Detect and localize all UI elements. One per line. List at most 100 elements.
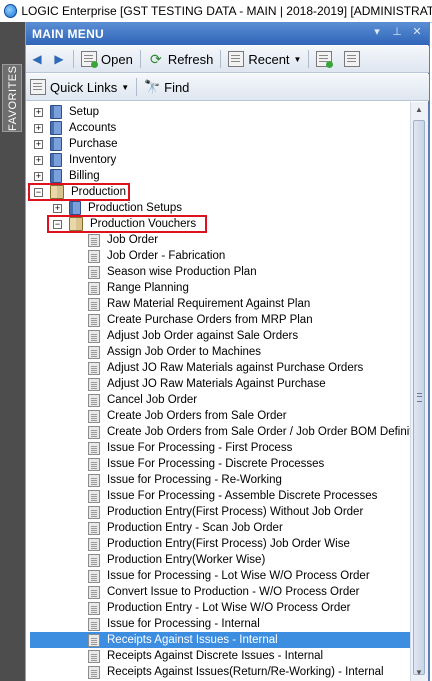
document-icon: [88, 281, 100, 295]
tree-item-production-vouchers[interactable]: − Production Vouchers: [53, 216, 196, 232]
tree-leaf-label: Cancel Job Order: [107, 394, 198, 406]
tree-leaf[interactable]: Job Order: [88, 232, 158, 248]
tree-item-label: Setup: [69, 106, 100, 118]
tree-leaf-label: Production Entry(First Process) Without …: [107, 506, 364, 518]
document-icon: [88, 569, 100, 583]
tree-item-purchase[interactable]: + Purchase: [34, 136, 118, 152]
tree-leaf[interactable]: Convert Issue to Production - W/O Proces…: [88, 584, 359, 600]
toolbar-separator: [73, 50, 74, 68]
tree-leaf[interactable]: Adjust JO Raw Materials against Purchase…: [88, 360, 363, 376]
tree-leaf[interactable]: Adjust JO Raw Materials Against Purchase: [88, 376, 326, 392]
book-open-icon: [50, 185, 64, 199]
tree-leaf[interactable]: Create Job Orders from Sale Order / Job …: [88, 424, 411, 440]
document-icon: [88, 585, 100, 599]
find-button[interactable]: 🔭 Find: [140, 76, 193, 98]
tree-item-label: Production Setups: [88, 202, 182, 214]
tree-leaf[interactable]: Production Entry - Scan Job Order: [88, 520, 283, 536]
refresh-label: Refresh: [167, 51, 214, 67]
tree-item-label: Accounts: [69, 122, 117, 134]
expand-icon[interactable]: +: [34, 171, 43, 181]
document-icon: [88, 249, 100, 263]
tree-leaf[interactable]: Create Purchase Orders from MRP Plan: [88, 312, 313, 328]
document-icon: [88, 457, 100, 471]
document-icon: [88, 409, 100, 423]
tree-leaf-label: Receipts Against Discrete Issues - Inter…: [107, 650, 324, 662]
scroll-up-icon[interactable]: ▲: [413, 104, 425, 116]
recent-button[interactable]: Recent ▼: [224, 48, 305, 70]
tree-leaf[interactable]: Adjust Job Order against Sale Orders: [88, 328, 298, 344]
document-icon: [88, 601, 100, 615]
refresh-button[interactable]: ⟳ Refresh: [144, 48, 218, 70]
tree-item-billing[interactable]: + Billing: [34, 168, 100, 184]
tree-leaf[interactable]: Issue For Processing - Discrete Processe…: [88, 456, 324, 472]
expand-icon[interactable]: +: [53, 203, 62, 213]
tree-leaf[interactable]: Issue for Processing - Re-Working: [88, 472, 282, 488]
tree-leaf[interactable]: Season wise Production Plan: [88, 264, 257, 280]
tree-leaf-label: Production Entry - Scan Job Order: [107, 522, 283, 534]
tree-leaf[interactable]: Raw Material Requirement Against Plan: [88, 296, 310, 312]
expand-icon[interactable]: +: [34, 123, 43, 133]
expand-icon[interactable]: +: [34, 139, 43, 149]
tree-leaf-label: Raw Material Requirement Against Plan: [107, 298, 311, 310]
tree-item-accounts[interactable]: + Accounts: [34, 120, 116, 136]
document-icon: [88, 377, 100, 391]
tree-leaf[interactable]: Create Job Orders from Sale Order: [88, 408, 287, 424]
arrow-right-icon: ▶: [54, 52, 64, 66]
tree-item-label: Inventory: [69, 154, 117, 166]
document-icon: [88, 393, 100, 407]
tree-leaf[interactable]: Production Entry(Worker Wise): [88, 552, 265, 568]
pin-icon[interactable]: ⊥: [391, 26, 403, 39]
tree-leaf[interactable]: Production Entry(First Process) Without …: [88, 504, 363, 520]
tree-leaf[interactable]: Range Planning: [88, 280, 189, 296]
tree-leaf[interactable]: Production Entry - Lot Wise W/O Process …: [88, 600, 351, 616]
tree-leaf[interactable]: Receipts Against Issues(Return/Re-Workin…: [88, 664, 384, 680]
document-icon: [88, 537, 100, 551]
document-icon: [88, 665, 100, 679]
tree-leaf[interactable]: Issue for Processing - Internal: [88, 616, 260, 632]
tree-leaf[interactable]: Production Entry(First Process) Job Orde…: [88, 536, 350, 552]
tree-leaf-label: Issue for Processing - Re-Working: [107, 474, 282, 486]
dropdown-icon[interactable]: ▾: [371, 26, 383, 39]
expand-icon[interactable]: +: [34, 107, 43, 117]
scroll-down-icon[interactable]: ▼: [413, 667, 425, 679]
tree-leaf[interactable]: Issue For Processing - First Process: [88, 440, 292, 456]
tree-leaf[interactable]: Issue for Processing - Lot Wise W/O Proc…: [88, 568, 370, 584]
forward-button[interactable]: ▶: [48, 48, 70, 70]
add-favorite-icon: [316, 51, 334, 68]
document-icon: [88, 345, 100, 359]
tree-leaf-label: Receipts Against Issues - Internal: [107, 634, 278, 646]
document-icon: [88, 425, 100, 439]
open-button[interactable]: Open: [77, 48, 137, 70]
remove-favorite-button[interactable]: [340, 48, 368, 70]
tree-leaf[interactable]: Job Order - Fabrication: [88, 248, 225, 264]
close-icon[interactable]: ✕: [411, 26, 423, 39]
vertical-scrollbar[interactable]: ▲ ▼: [410, 102, 428, 681]
expand-icon[interactable]: +: [34, 155, 43, 165]
tree-leaf[interactable]: Cancel Job Order: [88, 392, 197, 408]
tree-item-label: Production: [71, 186, 126, 198]
add-favorite-button[interactable]: [312, 48, 340, 70]
tree-leaf[interactable]: Receipts Against Discrete Issues - Inter…: [88, 648, 323, 664]
arrow-left-icon: ◀: [32, 52, 42, 66]
book-closed-icon: [50, 153, 62, 167]
tree-item-inventory[interactable]: + Inventory: [34, 152, 116, 168]
tree-item-production-setups[interactable]: + Production Setups: [53, 200, 182, 216]
tree-item-production[interactable]: − Production: [34, 184, 126, 200]
scrollbar-thumb[interactable]: [413, 120, 425, 675]
tree-leaf-selected[interactable]: Receipts Against Issues - Internal: [30, 632, 411, 648]
back-button[interactable]: ◀: [26, 48, 48, 70]
favorites-tab[interactable]: FAVORITES: [2, 64, 22, 132]
quick-links-button[interactable]: Quick Links ▼: [26, 76, 133, 98]
tree-leaf[interactable]: Issue For Processing - Assemble Discrete…: [88, 488, 377, 504]
tree-leaf-label: Create Purchase Orders from MRP Plan: [107, 314, 313, 326]
collapse-icon[interactable]: −: [34, 187, 43, 197]
app-logo-icon: [4, 4, 18, 18]
window-titlebar: LOGIC Enterprise [GST TESTING DATA - MAI…: [0, 0, 432, 23]
tree-leaf[interactable]: Assign Job Order to Machines: [88, 344, 261, 360]
tree-item-setup[interactable]: + Setup: [34, 104, 99, 120]
tree-leaf-label: Range Planning: [107, 282, 189, 294]
book-closed-icon: [50, 105, 62, 119]
chevron-down-icon: ▼: [293, 54, 302, 64]
collapse-icon[interactable]: −: [53, 219, 62, 229]
tree-item-label: Production Vouchers: [90, 218, 197, 230]
